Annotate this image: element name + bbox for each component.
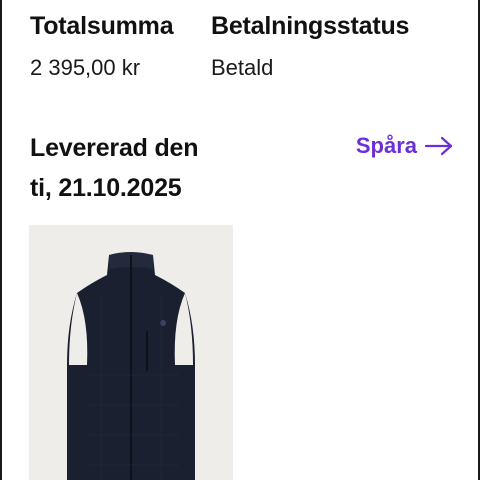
screen-edge-left — [0, 0, 2, 480]
total-sum-value: 2 395,00 kr — [30, 55, 141, 80]
delivery-status-title: Levererad den — [30, 134, 199, 162]
total-sum-label: Totalsumma — [30, 12, 174, 40]
delivery-status: Levererad den ti, 21.10.2025 — [30, 128, 330, 208]
vest-icon — [29, 225, 233, 480]
product-thumbnail[interactable] — [29, 225, 233, 480]
payment-status-label: Betalningsstatus — [211, 12, 410, 40]
order-details-screen: Totalsumma 2 395,00 kr Betalningsstatus … — [0, 0, 480, 480]
total-sum-section: Totalsumma 2 395,00 kr — [30, 10, 211, 82]
payment-status-value: Betald — [211, 55, 274, 80]
track-shipment-label: Spåra — [355, 133, 417, 158]
track-shipment-link[interactable]: Spåra — [356, 133, 453, 159]
arrow-right-icon — [424, 136, 453, 156]
payment-status-section: Betalningsstatus Betald — [211, 10, 409, 82]
order-summary: Totalsumma 2 395,00 kr Betalningsstatus … — [30, 10, 460, 82]
delivery-date: ti, 21.10.2025 — [30, 174, 182, 202]
